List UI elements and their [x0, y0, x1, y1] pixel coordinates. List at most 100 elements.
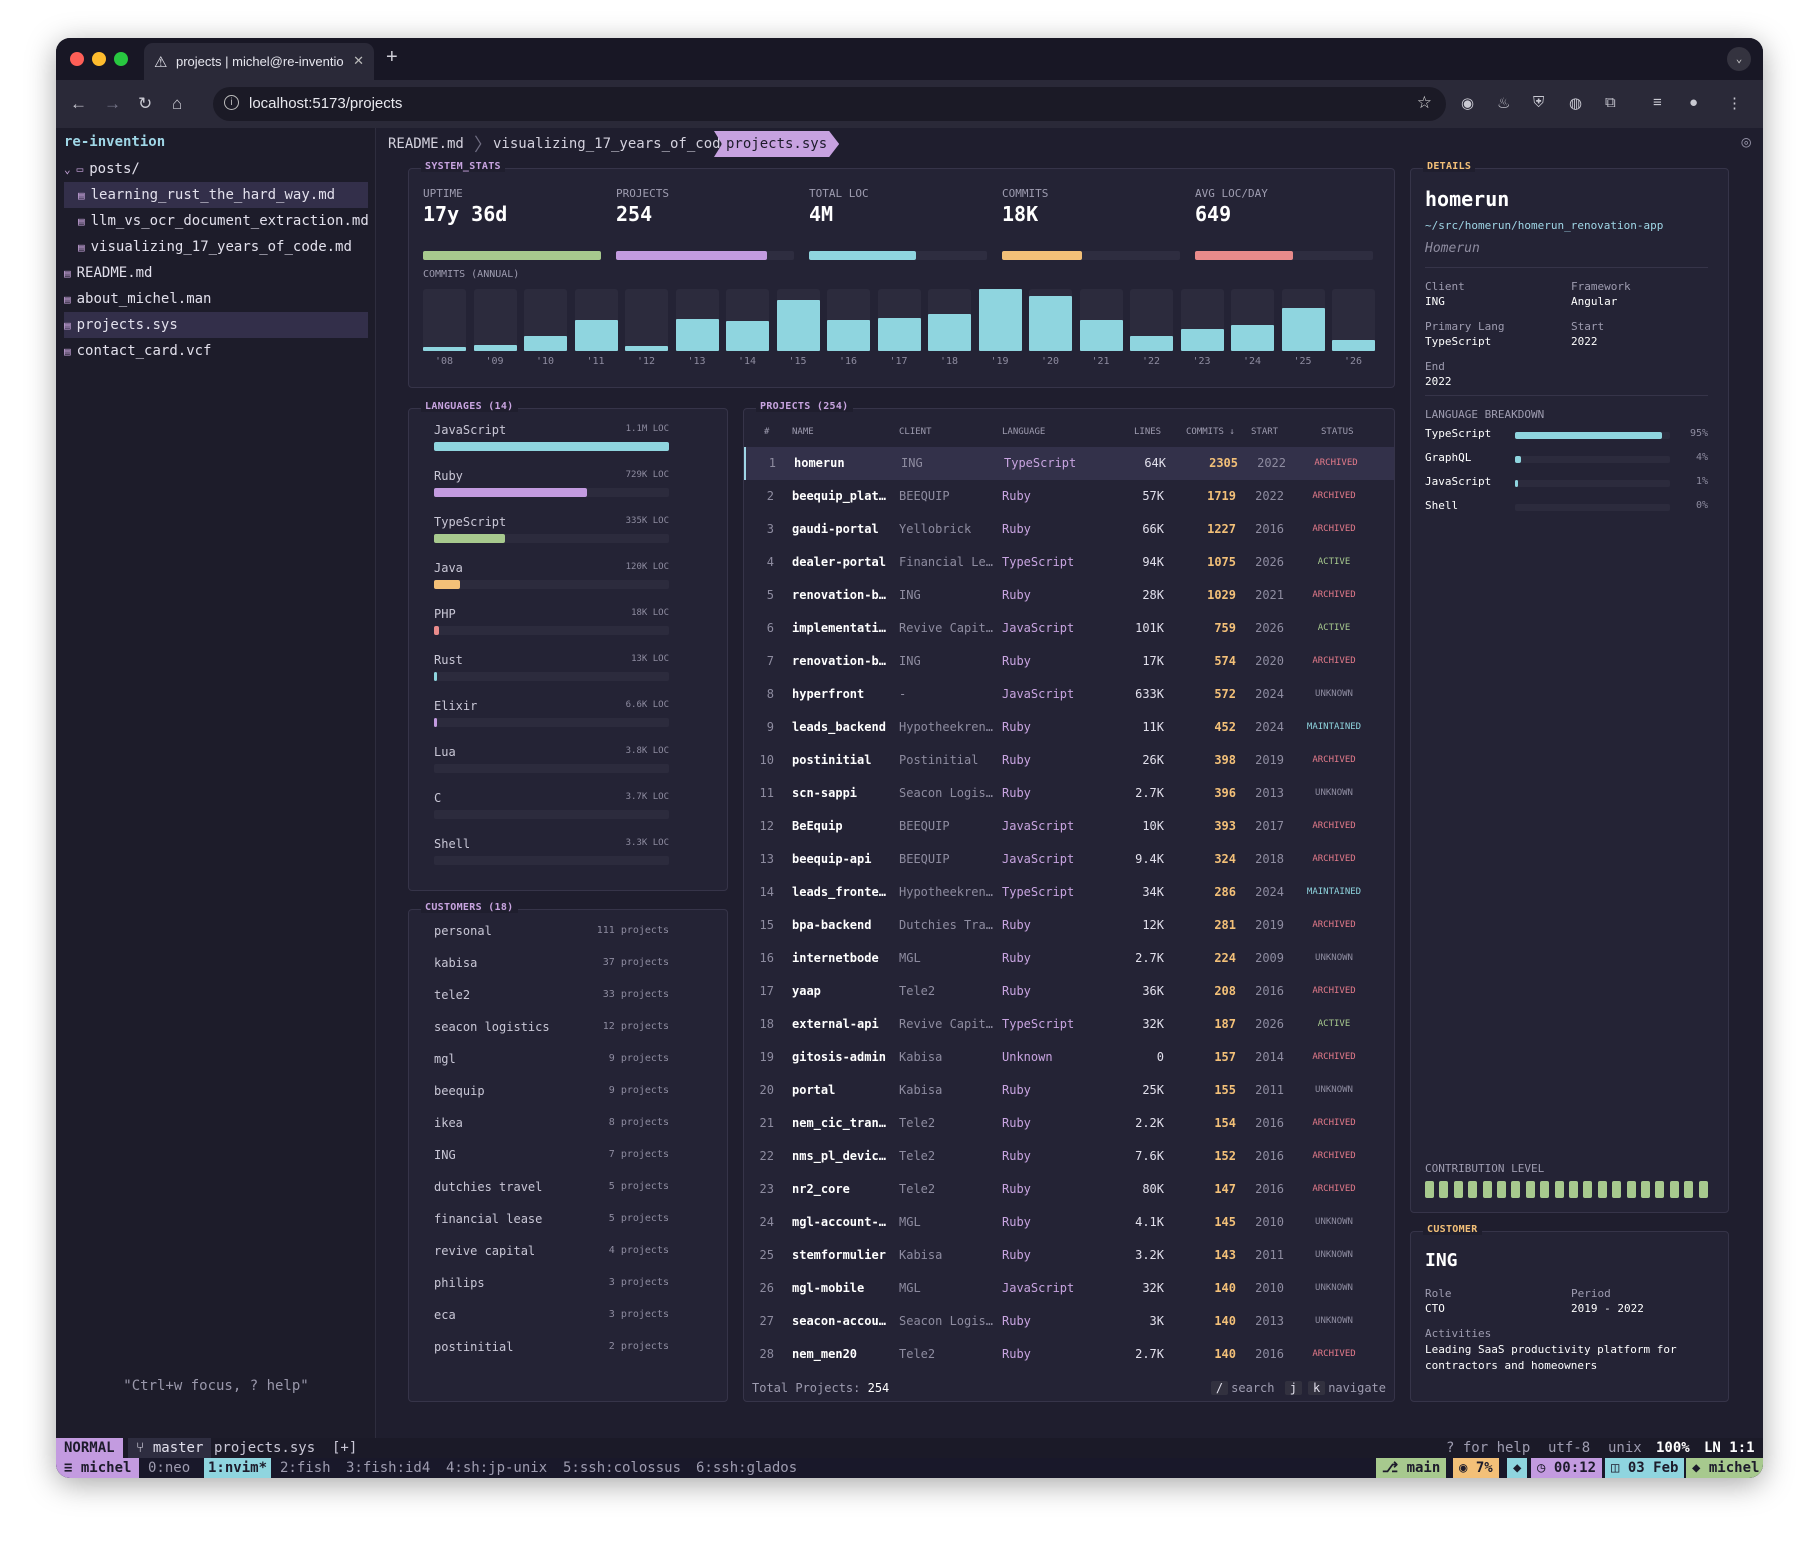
browser-tab[interactable]: ⚠ projects | michel@re-inventio ✕ — [144, 43, 374, 80]
forward-icon[interactable]: → — [104, 94, 121, 114]
customer-item[interactable]: seacon logistics 12 projects — [434, 1020, 669, 1040]
language-item[interactable]: Rust 13K LOC — [434, 653, 669, 681]
customer-item[interactable]: philips 3 projects — [434, 1276, 669, 1296]
reading-list-icon[interactable]: ≡ — [1653, 94, 1662, 111]
customer-item[interactable]: kabisa 37 projects — [434, 956, 669, 976]
language-item[interactable]: Lua 3.8K LOC — [434, 745, 669, 773]
customer-item[interactable]: postinitial 2 projects — [434, 1340, 669, 1360]
table-row[interactable]: 11 scn-sappi Seacon Logis… Ruby 2.7K 396 2013 U… — [744, 777, 1394, 810]
table-row[interactable]: 6 implementati… Revive Capit… JavaScript 101… — [744, 612, 1394, 645]
close-tab-icon[interactable]: ✕ — [353, 53, 364, 69]
table-row[interactable]: 4 dealer-portal Financial Le… TypeScript 94K… — [744, 546, 1394, 579]
table-row[interactable]: 27 seacon-accou… Seacon Logis… Ruby 3K 140 201… — [744, 1305, 1394, 1338]
col-header-num[interactable]: # — [764, 427, 769, 437]
col-header-commits[interactable]: COMMITS ↓ — [1186, 427, 1235, 437]
close-window-button[interactable] — [70, 52, 84, 66]
language-item[interactable]: C 3.7K LOC — [434, 791, 669, 819]
language-item[interactable]: Elixir 6.6K LOC — [434, 699, 669, 727]
commit-bar[interactable] — [1079, 320, 1123, 351]
commit-bar[interactable] — [776, 300, 820, 351]
tmux-window-6[interactable]: 6:ssh:glados — [696, 1458, 797, 1478]
language-item[interactable]: Java 120K LOC — [434, 561, 669, 589]
profile-avatar-icon[interactable]: ● — [1689, 94, 1698, 111]
table-row[interactable]: 26 mgl-mobile MGL JavaScript 32K 140 2010 UNKNO… — [744, 1272, 1394, 1305]
table-row[interactable]: 9 leads_backend Hypotheekren… Ruby 11K 452 202… — [744, 711, 1394, 744]
table-row[interactable]: 14 leads_fronte… Hypotheekren… TypeScript 34… — [744, 876, 1394, 909]
commit-bar[interactable] — [1180, 328, 1224, 351]
tmux-window-5[interactable]: 5:ssh:colossus — [563, 1458, 681, 1478]
commit-bar[interactable] — [574, 320, 618, 351]
commit-bar[interactable] — [473, 344, 517, 351]
language-item[interactable]: PHP 18K LOC — [434, 607, 669, 635]
reload-icon[interactable]: ↻ — [138, 94, 152, 114]
customer-item[interactable]: dutchies travel 5 projects — [434, 1180, 669, 1200]
palette-icon[interactable]: ◎ — [1741, 132, 1751, 151]
breadcrumb-projects[interactable]: projects.sys — [714, 131, 839, 157]
commit-bar[interactable] — [423, 347, 466, 351]
site-info-icon[interactable]: i — [224, 95, 239, 110]
commit-bar[interactable] — [1332, 339, 1375, 351]
tree-item[interactable]: ▤ learning_rust_the_hard_way.md — [64, 182, 368, 208]
col-header-lines[interactable]: LINES — [1134, 427, 1161, 437]
browser-menu-icon[interactable]: ⋮ — [1727, 94, 1742, 112]
customer-item[interactable]: ING 7 projects — [434, 1148, 669, 1168]
tree-item[interactable]: ▤ projects.sys — [64, 312, 368, 338]
customer-item[interactable]: revive capital 4 projects — [434, 1244, 669, 1264]
customer-item[interactable]: eca 3 projects — [434, 1308, 669, 1328]
col-header-language[interactable]: LANGUAGE — [1002, 427, 1045, 437]
tree-item[interactable]: ⌄ ▭ posts/ — [64, 156, 368, 182]
tree-item[interactable]: ▤ about_michel.man — [64, 286, 368, 312]
customer-item[interactable]: beequip 9 projects — [434, 1084, 669, 1104]
table-row[interactable]: 21 nem_cic_tran… Tele2 Ruby 2.2K 154 2016 ARCHI… — [744, 1107, 1394, 1140]
customer-item[interactable]: mgl 9 projects — [434, 1052, 669, 1072]
commit-bar[interactable] — [726, 321, 769, 351]
tree-item[interactable]: ▤ visualizing_17_years_of_code.md — [64, 234, 368, 260]
new-tab-button[interactable]: + — [386, 46, 398, 69]
col-header-name[interactable]: NAME — [792, 427, 814, 437]
commit-bar[interactable] — [928, 313, 971, 351]
language-item[interactable]: JavaScript 1.1M LOC — [434, 423, 669, 451]
table-row[interactable]: 24 mgl-account-… MGL Ruby 4.1K 145 2010 UNKNOWN — [744, 1206, 1394, 1239]
table-row[interactable]: 16 internetbode MGL Ruby 2.7K 224 2009 UNKNOWN — [744, 942, 1394, 975]
tree-item[interactable]: ▤ README.md — [64, 260, 368, 286]
table-row[interactable]: 22 nms_pl_devic… Tele2 Ruby 7.6K 152 2016 ARCHI… — [744, 1140, 1394, 1173]
tmux-window-0[interactable]: 0:neo — [148, 1458, 190, 1478]
camera-extension-icon[interactable]: ◉ — [1461, 94, 1474, 112]
flame-extension-icon[interactable]: ♨ — [1497, 94, 1510, 112]
shield-extension-icon[interactable]: ⛨ — [1533, 94, 1544, 111]
tmux-window-4[interactable]: 4:sh:jp-unix — [446, 1458, 547, 1478]
commit-bar[interactable] — [1231, 324, 1274, 351]
breadcrumb-visualizing[interactable]: visualizing_17_years_of_code.md — [493, 131, 754, 157]
table-row[interactable]: 20 portal Kabisa Ruby 25K 155 2011 UNKNOWN — [744, 1074, 1394, 1107]
commit-bar[interactable] — [675, 318, 719, 351]
breadcrumb-readme[interactable]: README.md — [388, 131, 464, 157]
tmux-window-2[interactable]: 2:fish — [280, 1458, 331, 1478]
table-row[interactable]: 18 external-api Revive Capit… TypeScript 32K… — [744, 1008, 1394, 1041]
language-item[interactable]: Shell 3.3K LOC — [434, 837, 669, 865]
globe-extension-icon[interactable]: ◍ — [1569, 94, 1582, 112]
commit-bar[interactable] — [827, 320, 870, 351]
customer-item[interactable]: ikea 8 projects — [434, 1116, 669, 1136]
maximize-window-button[interactable] — [114, 52, 128, 66]
url-bar[interactable]: i localhost:5173/projects ☆ — [213, 87, 1446, 121]
table-row[interactable]: 3 gaudi-portal Yellobrick Ruby 66K 1227 2016 AR… — [744, 513, 1394, 546]
customer-item[interactable]: financial lease 5 projects — [434, 1212, 669, 1232]
commit-bar[interactable] — [978, 289, 1022, 351]
table-row[interactable]: 5 renovation-b… ING Ruby 28K 1029 2021 ARCHIVED — [744, 579, 1394, 612]
home-icon[interactable]: ⌂ — [172, 94, 182, 114]
table-row[interactable]: 7 renovation-b… ING Ruby 17K 574 2020 ARCHIVED — [744, 645, 1394, 678]
bookmark-star-icon[interactable]: ☆ — [1417, 93, 1432, 113]
table-row[interactable]: 1 homerun ING TypeScript 64K 2305 2022 ARCHIVED — [744, 447, 1394, 480]
col-header-status[interactable]: STATUS — [1321, 427, 1354, 437]
tree-item[interactable]: ▤ contact_card.vcf — [64, 338, 368, 364]
minimize-window-button[interactable] — [92, 52, 106, 66]
commit-bar[interactable] — [1130, 336, 1173, 351]
table-row[interactable]: 28 nem_men20 Tele2 Ruby 2.7K 140 2016 ARCHIVED — [744, 1338, 1394, 1371]
tmux-window-1[interactable]: 1:nvim* — [204, 1458, 272, 1478]
table-row[interactable]: 15 bpa-backend Dutchies Tra… Ruby 12K 281 2019… — [744, 909, 1394, 942]
tmux-window-3[interactable]: 3:fish:id4 — [346, 1458, 430, 1478]
table-row[interactable]: 8 hyperfront - JavaScript 633K 572 2024 UNKNOWN — [744, 678, 1394, 711]
table-row[interactable]: 19 gitosis-admin Kabisa Unknown 0 157 2014 ARCH… — [744, 1041, 1394, 1074]
commit-bar[interactable] — [625, 346, 668, 351]
table-row[interactable]: 10 postinitial Postinitial Ruby 26K 398 2019 AR… — [744, 744, 1394, 777]
